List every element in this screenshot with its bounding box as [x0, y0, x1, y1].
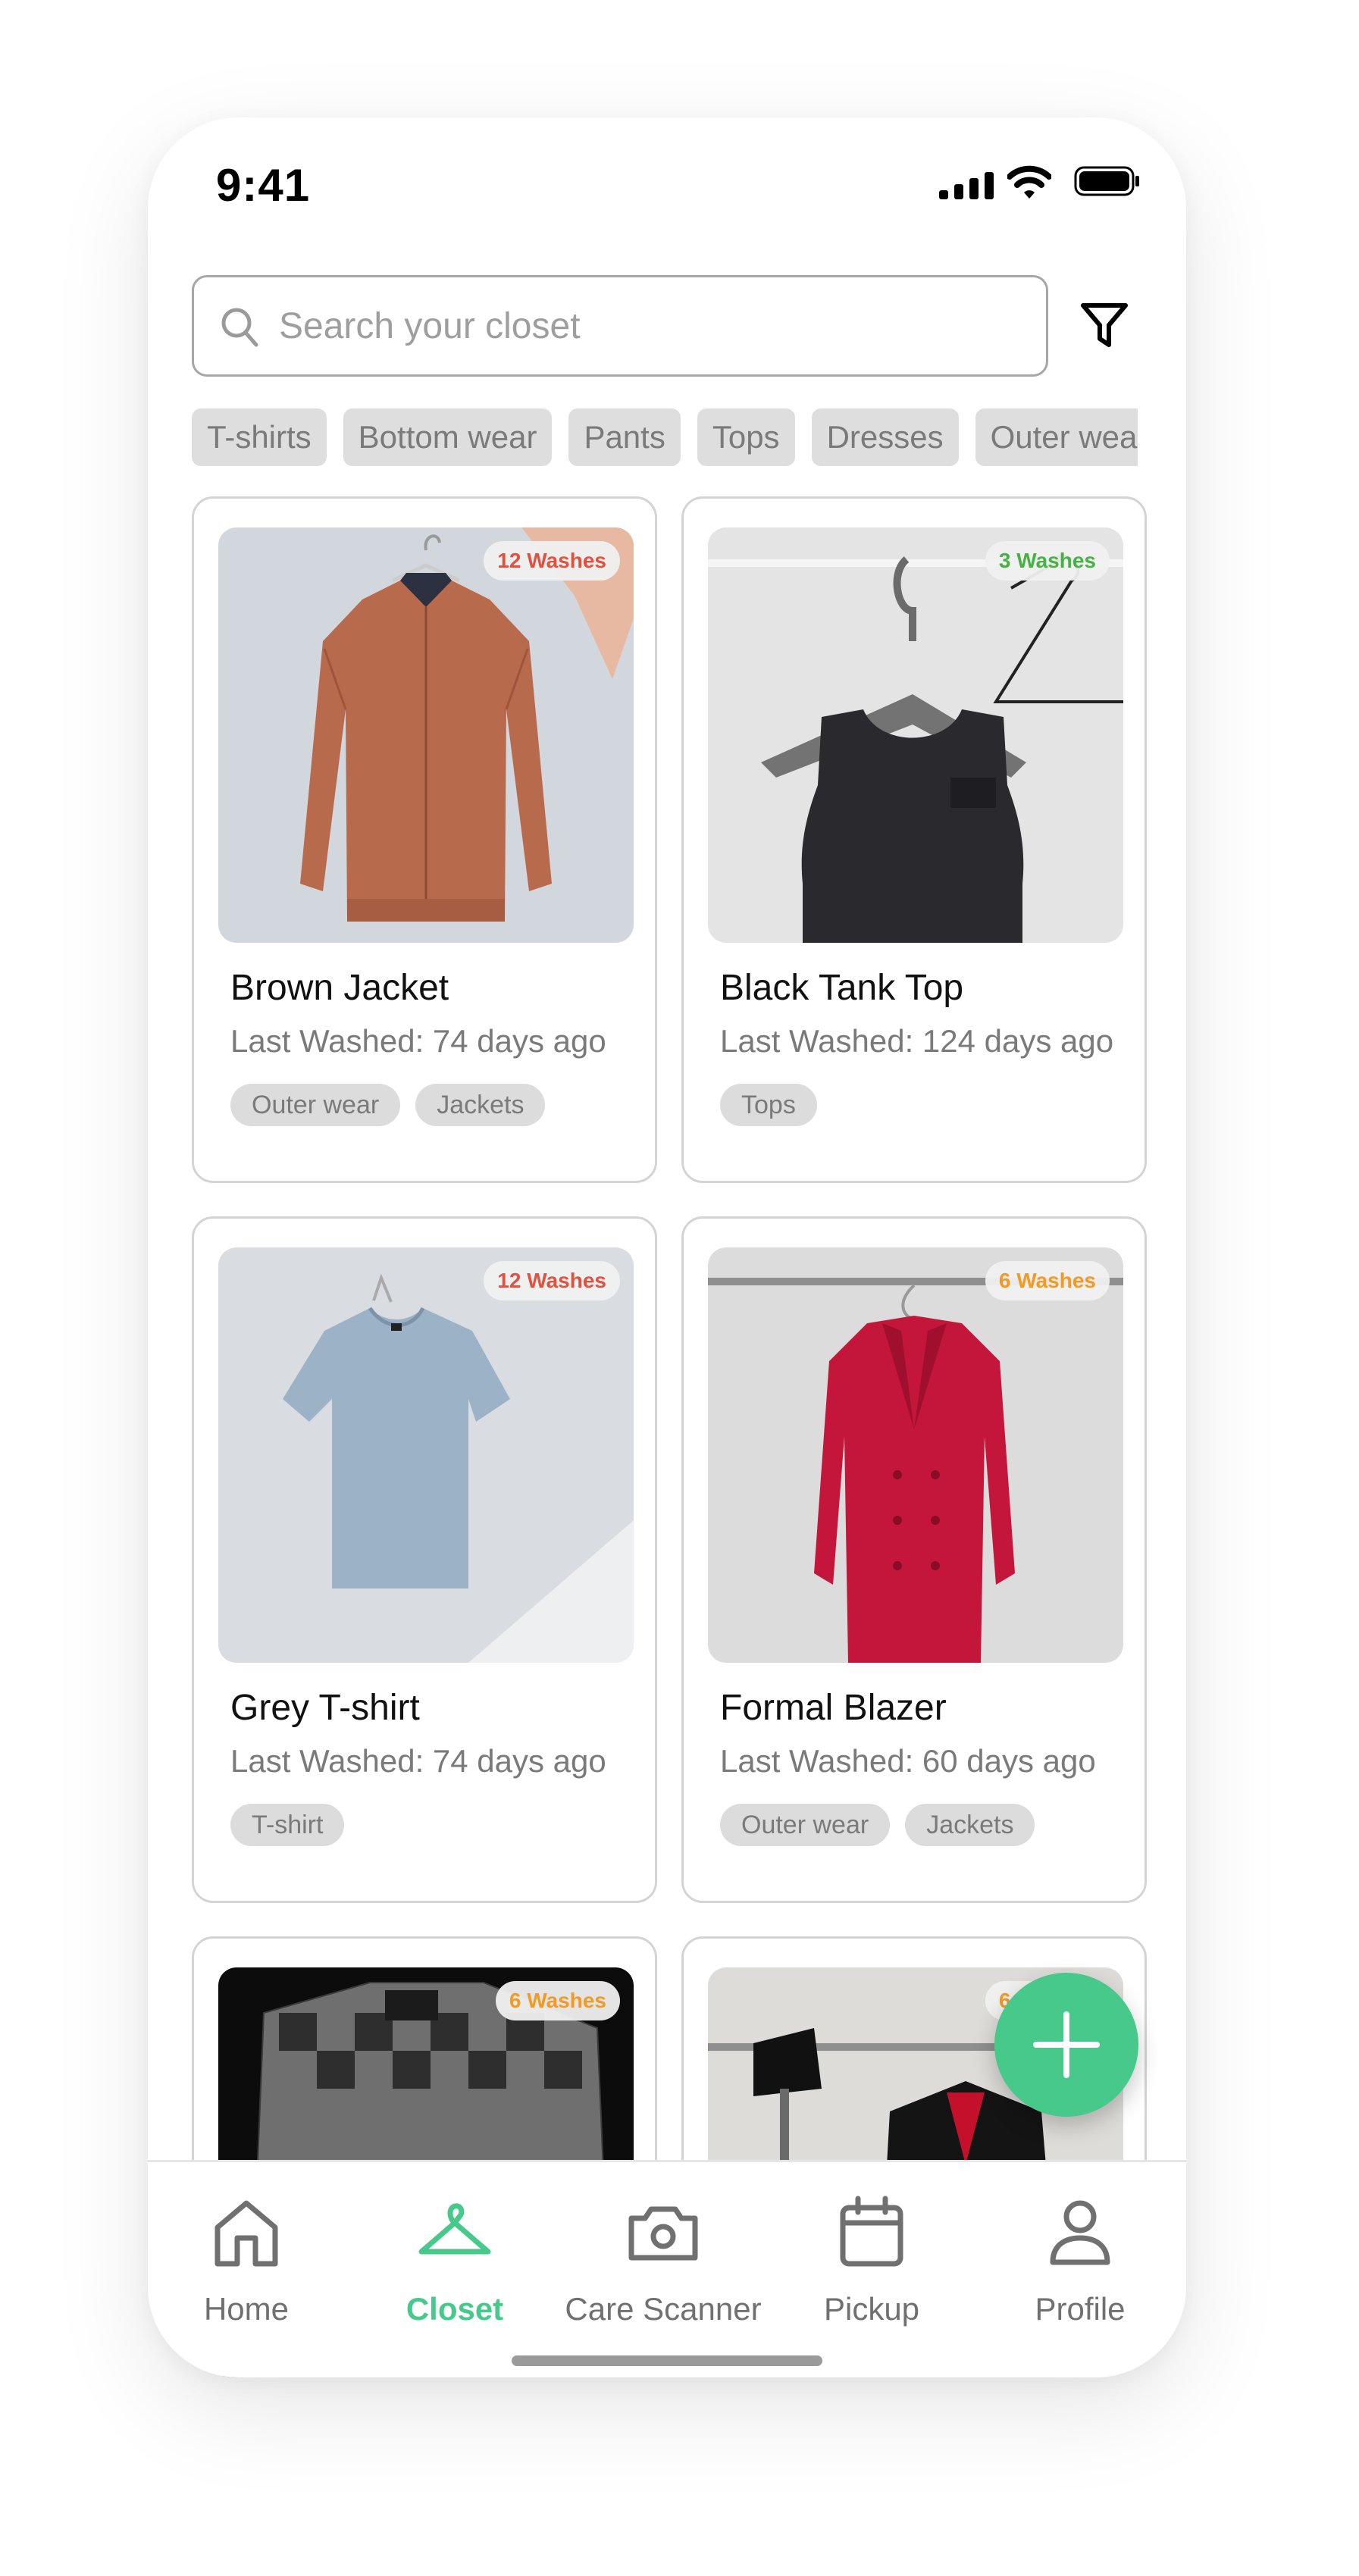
chip-tops[interactable]: Tops	[697, 408, 795, 466]
nav-item-profile[interactable]: Profile	[982, 2193, 1179, 2344]
filter-icon[interactable]	[1079, 299, 1130, 351]
item-title: Grey T-shirt	[230, 1688, 420, 1728]
home-indicator	[512, 2355, 822, 2366]
wash-count-badge: 3 Washes	[985, 541, 1110, 581]
item-photo: 12 Washes	[218, 527, 634, 943]
grey-t-shirt-image	[218, 1247, 634, 1663]
black-tank-top-image	[708, 527, 1123, 943]
chip-bottom-wear[interactable]: Bottom wear	[343, 408, 553, 466]
item-title: Black Tank Top	[720, 968, 964, 1008]
closet-item-card[interactable]: 12 Washes Grey T-shirt Last Washed: 74 d…	[192, 1216, 657, 1903]
item-title: Brown Jacket	[230, 968, 449, 1008]
closet-item-card[interactable]: 6 Washes Formal Blazer Last Washed: 60 d…	[681, 1216, 1147, 1903]
closet-grid: 12 Washes Brown Jacket Last Washed: 74 d…	[192, 496, 1148, 2377]
item-photo: 12 Washes	[218, 1247, 634, 1663]
item-tag: Outer wear	[230, 1084, 401, 1126]
nav-item-home[interactable]: Home	[148, 2193, 345, 2344]
nav-label-care-scanner: Care Scanner	[565, 2291, 762, 2327]
item-tags: Tops	[720, 1084, 832, 1126]
item-photo: 6 Washes	[708, 1247, 1123, 1663]
wifi-icon	[1007, 165, 1051, 199]
wash-count-badge: 6 Washes	[985, 1261, 1110, 1301]
item-last-washed: Last Washed: 74 days ago	[230, 1743, 606, 1779]
wash-count-badge: 6 Washes	[495, 1981, 620, 2020]
search-bar[interactable]	[192, 275, 1048, 377]
add-item-button[interactable]	[994, 1973, 1138, 2117]
nav-item-closet[interactable]: Closet	[356, 2193, 553, 2344]
nav-label-home: Home	[203, 2291, 290, 2327]
item-tag: Jackets	[905, 1804, 1035, 1846]
cellular-signal-icon	[939, 172, 994, 199]
status-time: 9:41	[216, 160, 311, 211]
item-tag: T-shirt	[230, 1804, 345, 1846]
nav-item-care-scanner[interactable]: Care Scanner	[565, 2193, 762, 2344]
chip-outer-wear[interactable]: Outer wear	[975, 408, 1138, 466]
nav-label-pickup: Pickup	[823, 2291, 920, 2327]
camera-icon	[628, 2206, 698, 2261]
phone-frame: 9:41 T-shirtsBottom wearPantsTopsDre	[148, 117, 1186, 2377]
category-chips: T-shirts Bottom wear Pants Tops Dresses Outer…	[192, 408, 1138, 469]
closet-item-card[interactable]: 12 Washes Brown Jacket Last Washed: 74 d…	[192, 496, 657, 1183]
battery-icon	[1074, 166, 1139, 196]
item-tags: Outer wear Jackets	[720, 1804, 1050, 1846]
item-title: Formal Blazer	[720, 1688, 947, 1728]
item-photo: 3 Washes	[708, 527, 1123, 943]
chip-t-shirts[interactable]: T-shirts	[192, 408, 327, 466]
search-input[interactable]	[279, 299, 1022, 353]
item-tags: Outer wear Jackets	[230, 1084, 560, 1126]
nav-item-pickup[interactable]: Pickup	[773, 2193, 970, 2344]
item-tags: T-shirt	[230, 1804, 359, 1846]
bottom-nav: Home Closet Care Scanner Pickup Profile	[148, 2160, 1186, 2377]
item-tag: Jackets	[415, 1084, 546, 1126]
closet-item-card[interactable]: 3 Washes Black Tank Top Last Washed: 124…	[681, 496, 1147, 1183]
nav-label-closet: Closet	[406, 2291, 504, 2327]
wash-count-badge: 12 Washes	[484, 541, 620, 581]
item-last-washed: Last Washed: 60 days ago	[720, 1743, 1096, 1779]
hanger-icon	[418, 2203, 491, 2255]
item-last-washed: Last Washed: 124 days ago	[720, 1023, 1114, 1059]
item-tag: Outer wear	[720, 1804, 891, 1846]
user-icon	[1050, 2200, 1110, 2265]
formal-blazer-image	[708, 1247, 1123, 1663]
plus-icon	[1033, 2011, 1100, 2078]
item-tag: Tops	[720, 1084, 817, 1126]
wash-count-badge: 12 Washes	[484, 1261, 620, 1301]
item-last-washed: Last Washed: 74 days ago	[230, 1023, 606, 1059]
search-icon	[221, 308, 258, 347]
chip-dresses[interactable]: Dresses	[811, 408, 959, 466]
home-icon	[214, 2200, 278, 2267]
status-bar: 9:41	[148, 117, 1186, 254]
brown-jacket-image	[218, 527, 634, 943]
calendar-icon	[840, 2196, 903, 2267]
chip-pants[interactable]: Pants	[568, 408, 681, 466]
nav-label-profile: Profile	[1035, 2291, 1126, 2327]
